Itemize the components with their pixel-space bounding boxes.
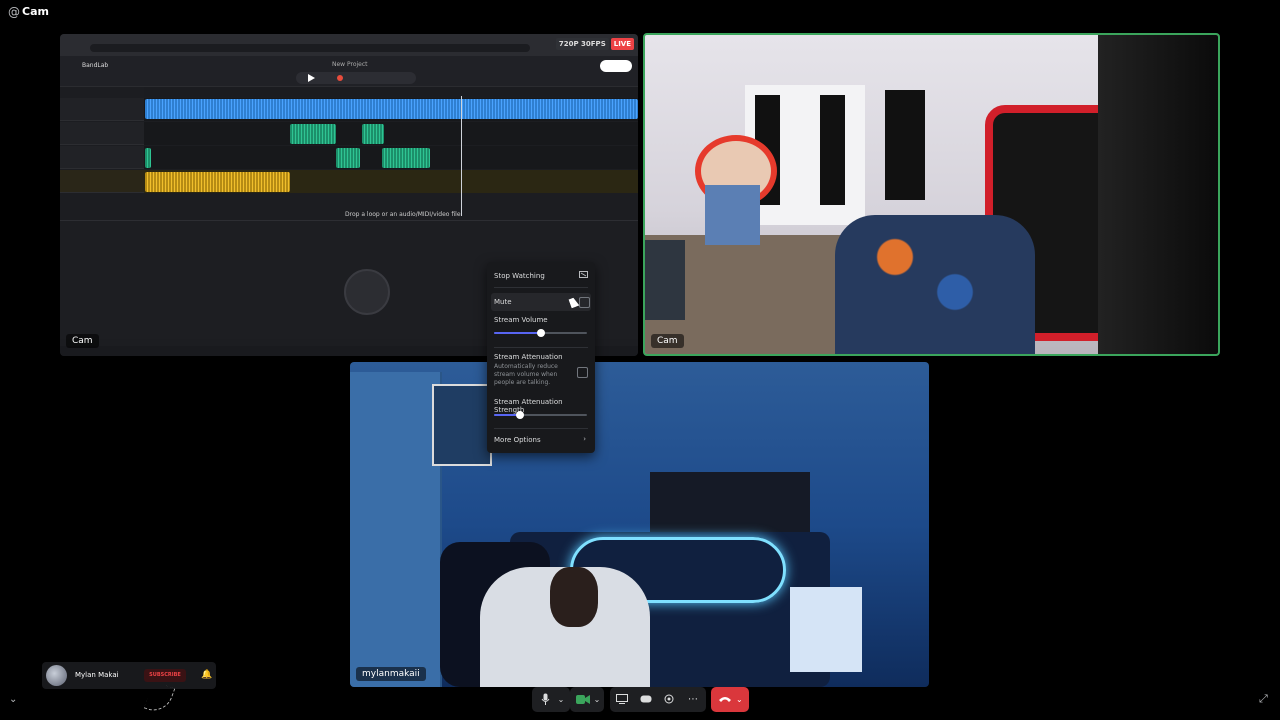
laptop	[645, 240, 685, 320]
chevron-down-icon[interactable]: ⌄	[736, 687, 743, 712]
more-icon[interactable]: ⋯	[684, 687, 702, 712]
mic-group: ⌄	[532, 687, 570, 712]
avatar[interactable]	[46, 665, 67, 686]
person	[835, 215, 1035, 354]
soundboard-icon[interactable]	[663, 693, 675, 705]
microphone-icon[interactable]	[541, 693, 550, 706]
audio-clip	[382, 148, 430, 168]
track-lane	[144, 146, 638, 169]
stream-volume-label: Stream Volume	[494, 316, 548, 324]
shared-url-bar	[90, 44, 530, 52]
attenuation-strength-slider[interactable]	[494, 411, 587, 419]
audio-clip	[145, 172, 290, 192]
track-lane	[144, 122, 638, 145]
live-badge: LIVE	[610, 38, 634, 50]
menu-divider	[494, 287, 588, 288]
user-name: Mylan Makai	[75, 671, 119, 679]
audio-clip	[145, 148, 151, 168]
camera-tile-mylanmakaii[interactable]: mylanmakaii	[350, 362, 929, 687]
track-header	[60, 98, 144, 121]
audio-clip	[145, 99, 638, 119]
more-options-item[interactable]: More Options	[494, 436, 541, 444]
door	[350, 372, 442, 687]
stream-attenuation-checkbox[interactable]	[577, 367, 588, 378]
quality-badge: 720P 30FPS	[555, 38, 609, 50]
tile-name-label: mylanmakaii	[356, 667, 426, 681]
audio-clip	[290, 124, 336, 144]
dresser-stripe	[820, 95, 845, 205]
record-icon	[337, 75, 343, 81]
activity-group: ⋯	[610, 687, 706, 712]
chevron-right-icon: ›	[583, 435, 586, 443]
wall-photo	[432, 384, 492, 466]
track-lane	[144, 98, 638, 121]
at-icon: @	[8, 5, 20, 19]
attenuation-strength-label: Stream Attenuation Strength	[494, 398, 563, 414]
audio-clip	[362, 124, 384, 144]
chevron-down-icon[interactable]: ⌄	[556, 687, 566, 712]
stream-volume-knob[interactable]	[537, 329, 545, 337]
hangup-button[interactable]: ⌄	[711, 687, 749, 712]
curtain	[1098, 35, 1218, 354]
channel-header: @ Cam	[0, 0, 1280, 24]
tile-name-label: Cam	[66, 334, 99, 348]
autopitch-knob	[344, 269, 390, 315]
stream-attenuation-item[interactable]: Stream Attenuation	[494, 353, 563, 361]
bell-icon[interactable]: 🔔	[201, 670, 212, 680]
play-icon	[308, 74, 315, 82]
subscribe-button[interactable]: SUBSCRIBE	[144, 669, 186, 682]
track-lane	[144, 170, 638, 193]
daw-publish-button	[600, 60, 632, 72]
track-header	[60, 146, 144, 169]
daw-timeline-ruler	[144, 87, 638, 97]
stream-badge: 720P 30FPS LIVE	[555, 38, 634, 50]
camera-group: ⌄	[570, 687, 604, 712]
user-panel: Mylan Makai SUBSCRIBE 🔔	[42, 662, 216, 689]
daw-playhead	[461, 96, 462, 216]
gamepad-icon[interactable]	[640, 695, 652, 703]
screen-share-icon[interactable]	[616, 694, 628, 704]
doll-body	[705, 185, 760, 245]
chevron-down-icon[interactable]: ⌄	[592, 687, 602, 712]
menu-divider	[494, 347, 588, 348]
nightstand	[790, 587, 862, 672]
mute-item[interactable]: Mute	[494, 298, 512, 306]
daw-project-name: New Project	[332, 61, 368, 68]
stream-context-menu: Stop Watching Mute Stream Volume Stream …	[487, 262, 595, 453]
attenuation-strength-knob[interactable]	[516, 411, 524, 419]
daw-logo: BandLab	[82, 62, 109, 69]
stop-watching-item[interactable]: Stop Watching	[494, 272, 545, 280]
wall-shelf	[885, 90, 925, 200]
fullscreen-icon[interactable]: ⤢	[1259, 692, 1268, 706]
track-header	[60, 122, 144, 145]
track-header	[60, 170, 144, 193]
daw-drop-hint: Drop a loop or an audio/MIDI/video file	[345, 211, 461, 218]
hangup-icon	[719, 697, 731, 702]
chevron-down-icon[interactable]: ⌄	[9, 694, 17, 705]
stream-volume-slider[interactable]	[494, 329, 587, 337]
stop-stream-icon	[579, 271, 588, 278]
channel-title: Cam	[22, 5, 49, 18]
tile-name-label: Cam	[651, 334, 684, 348]
shared-browser-toolbar	[60, 34, 638, 56]
menu-divider	[494, 428, 588, 429]
call-controls: ⌄ ⌄ ⋯ ⌄	[532, 687, 749, 712]
camera-tile-cam[interactable]: Cam	[643, 33, 1220, 356]
audio-clip	[336, 148, 360, 168]
mute-checkbox[interactable]	[579, 297, 590, 308]
stream-volume-fill	[494, 332, 541, 334]
stream-attenuation-description: Automatically reduce stream volume when …	[494, 363, 558, 386]
camera-icon[interactable]	[576, 695, 590, 704]
person-head	[550, 567, 598, 627]
